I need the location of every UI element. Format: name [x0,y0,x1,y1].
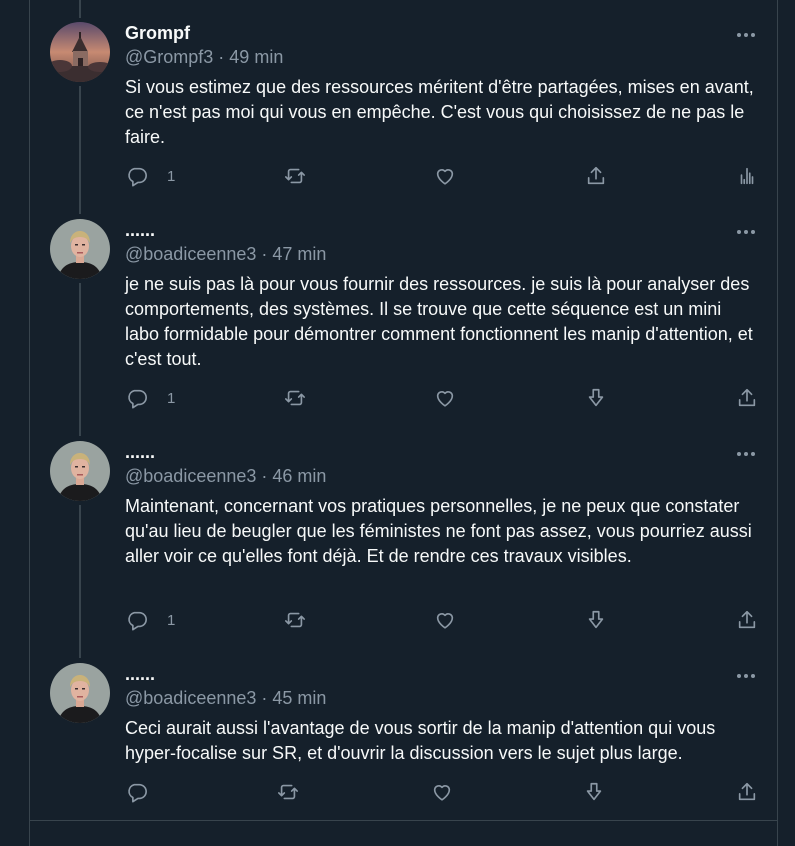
like-icon [436,391,454,407]
tweet-meta: @boadiceenne3 · 45 min [125,687,326,709]
retweet-button[interactable] [284,165,306,187]
share-icon [587,166,605,185]
more-options-icon[interactable] [735,665,757,685]
downvote-icon [586,782,602,801]
tweet-text: je ne suis pas là pour vous fournir des … [125,274,753,369]
share-button[interactable] [585,165,607,187]
reply-icon [128,611,147,631]
more-options-icon[interactable] [735,24,757,44]
tweet-meta: @boadiceenne3 · 46 min [125,465,326,487]
reply-count: 1 [167,167,176,185]
reply-button[interactable] [126,781,148,803]
like-button[interactable] [434,387,456,409]
like-icon [436,613,454,629]
share-button[interactable] [736,781,758,803]
handle[interactable]: @boadiceenne3 [125,244,256,264]
thread-line [79,505,81,658]
more-options-icon[interactable] [735,443,757,463]
reply-button[interactable]: 1 [126,609,175,631]
woman-portrait-avatar [50,219,110,279]
tweet-meta: @Grompf3 · 49 min [125,46,283,68]
like-icon [436,169,454,185]
tweet-meta: @boadiceenne3 · 47 min [125,243,326,265]
analytics-button[interactable] [736,165,758,187]
woman-portrait-avatar [50,441,110,501]
retweet-button[interactable] [284,609,306,631]
retweet-button[interactable] [277,781,299,803]
reply-icon [128,167,147,187]
share-button[interactable] [736,387,758,409]
timestamp[interactable]: 47 min [272,244,326,264]
tweet-text: Si vous estimez que des ressources mérit… [125,77,754,147]
bottom-divider [30,820,777,821]
retweet-icon [285,168,305,184]
like-button[interactable] [431,781,453,803]
meta-separator: · [256,688,273,708]
display-name[interactable]: ...... [125,441,155,463]
display-name[interactable]: ...... [125,663,155,685]
woman-portrait-avatar [50,663,110,723]
reply-icon [128,389,147,409]
avatar[interactable] [50,663,110,723]
handle[interactable]: @Grompf3 [125,47,213,67]
timeline-column: Grompf @Grompf3 · 49 min Si vous estimez… [29,0,778,846]
handle[interactable]: @boadiceenne3 [125,688,256,708]
like-button[interactable] [434,609,456,631]
downvote-button[interactable] [583,781,605,803]
downvote-button[interactable] [585,609,607,631]
handle[interactable]: @boadiceenne3 [125,466,256,486]
timestamp[interactable]: 45 min [272,688,326,708]
avatar[interactable] [50,22,110,82]
analytics-icon [740,167,754,185]
downvote-button[interactable] [585,387,607,409]
share-icon [738,610,756,629]
thread-line [79,86,81,214]
retweet-icon [285,390,305,406]
meta-separator: · [213,47,230,67]
like-icon [433,785,451,801]
reply-button[interactable]: 1 [126,387,175,409]
tweet-text: Ceci aurait aussi l'avantage de vous sor… [125,718,716,763]
reply-button[interactable]: 1 [126,165,175,187]
reply-icon [128,783,147,803]
retweet-icon [285,612,305,628]
retweet-button[interactable] [284,387,306,409]
avatar[interactable] [50,441,110,501]
avatar[interactable] [50,219,110,279]
share-button[interactable] [736,609,758,631]
meta-separator: · [256,244,273,264]
thread-line [79,0,81,18]
retweet-icon [278,784,298,800]
share-icon [738,782,756,801]
display-name[interactable]: Grompf [125,22,190,44]
thread-line [79,283,81,436]
timestamp[interactable]: 46 min [272,466,326,486]
reply-count: 1 [167,611,176,629]
tweet-text: Maintenant, concernant vos pratiques per… [125,496,752,566]
share-icon [738,388,756,407]
meta-separator: · [256,466,273,486]
downvote-icon [588,388,604,407]
reply-count: 1 [167,389,176,407]
downvote-icon [588,610,604,629]
display-name[interactable]: ...... [125,219,155,241]
like-button[interactable] [434,165,456,187]
chapel-photo-avatar [50,22,110,82]
timestamp[interactable]: 49 min [229,47,283,67]
more-options-icon[interactable] [735,221,757,241]
